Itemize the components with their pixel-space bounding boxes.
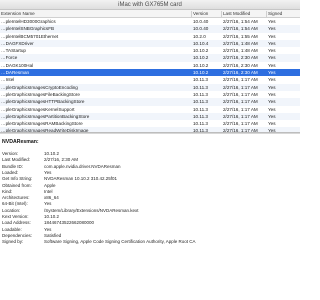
extension-name-cell: …pleGraphicsImagesPartitionBackingStore <box>1 113 90 119</box>
signed-cell: Yes <box>268 106 276 112</box>
table-row[interactable]: …pleGraphicsImagesPartitionBackingStore 1… <box>0 112 300 121</box>
version-cell: 10.10.2 <box>193 70 209 76</box>
signed-cell: Yes <box>268 19 276 24</box>
window-titlebar: iMac with GX765M card <box>0 0 300 10</box>
detail-field-value: com.apple.nvidia.driver.NVDAResman <box>44 163 121 169</box>
column-header-version[interactable]: Version <box>193 10 208 18</box>
signed-cell: Yes <box>268 33 276 39</box>
version-cell: 10.11.3 <box>193 113 208 119</box>
signed-cell: Yes <box>268 77 276 83</box>
last-modified-cell: 2/27/16, 2:30 AM <box>223 70 258 76</box>
version-cell: 10.11.3 <box>193 91 208 97</box>
extension-name-cell: …pleGraphicsImagesCryptoEncoding <box>1 84 78 90</box>
extension-name-cell: …pleIntelBCM5701Ethernet <box>1 33 59 39</box>
window-title: iMac with GX765M card <box>118 2 182 8</box>
last-modified-cell: 2/27/16, 1:17 AM <box>223 91 258 97</box>
table-row[interactable]: …pleIntelSNBGraphicsFB 10.0.40 2/27/16, 1:… <box>0 25 300 33</box>
signed-cell: Yes <box>268 62 276 68</box>
table-row[interactable]: …Intel 10.11.3 2/27/16, 1:17 AM Yes <box>0 76 300 83</box>
extension-name-cell: …pleGraphicsImagesRAMBackingStore <box>1 121 83 127</box>
signed-cell: Yes <box>268 70 276 76</box>
table-row[interactable]: …TAStartup 10.10.2 2/27/16, 1:48 AM Yes <box>0 47 300 54</box>
version-cell: 10.11.3 <box>193 106 208 112</box>
table-header: Extension Name Version Last Modified Sig… <box>0 10 300 18</box>
extension-name-cell: …pleGraphicsImagesKernelSupport <box>1 106 75 112</box>
table-row[interactable]: …pleGraphicsImagesFileBackingStore 10.11.… <box>0 91 300 98</box>
version-cell: 10.0.40 <box>193 19 209 24</box>
detail-field-value: Software Signing, Apple Code Signing Cer… <box>44 239 196 245</box>
detail-heading: NVDAResman: <box>2 139 39 145</box>
table-row[interactable]: …pleIntelBCM5701Ethernet 10.2.0 2/27/16, 1… <box>0 33 300 40</box>
last-modified-cell: 2/27/16, 2:30 AM <box>223 55 258 61</box>
split-divider[interactable] <box>0 132 300 134</box>
detail-field-label: Signed by: <box>2 239 24 245</box>
version-cell: 10.11.3 <box>193 77 208 83</box>
last-modified-cell: 2/27/16, 1:17 AM <box>223 99 258 105</box>
last-modified-cell: 2/27/16, 1:17 AM <box>223 77 258 83</box>
detail-pane: NVDAResman: Version: 10.10.2 Last Modified… <box>0 135 300 300</box>
table-row[interactable]: …DAResman 10.10.2 2/27/16, 2:30 AM Yes <box>0 69 300 77</box>
version-cell: 10.11.3 <box>193 99 208 105</box>
table-row[interactable]: …DAGFXDriver 10.10.4 2/27/16, 1:48 AM Yes <box>0 39 300 48</box>
table-row[interactable]: …pleIntelHD3000Graphics 10.0.40 2/27/16, 1… <box>0 18 300 25</box>
extension-name-cell: …DAResman <box>1 70 30 76</box>
version-cell: 10.10.2 <box>193 55 209 61</box>
extension-name-cell: …DAGK100Hal <box>1 62 34 68</box>
table-row[interactable]: …DAGK100Hal 10.10.2 2/27/16, 2:30 AM Yes <box>0 62 300 69</box>
signed-cell: Yes <box>268 113 276 119</box>
last-modified-cell: 2/27/16, 1:17 AM <box>223 84 258 90</box>
extension-name-cell: …pleIntelSNBGraphicsFB <box>1 26 55 32</box>
last-modified-cell: 2/27/16, 1:17 AM <box>223 113 258 119</box>
signed-cell: Yes <box>268 121 276 127</box>
extension-name-cell: …TAStartup <box>1 48 26 54</box>
table-row[interactable]: …pleGraphicsImagesKernelSupport 10.11.3 2/… <box>0 106 300 113</box>
extension-name-cell: …pleGraphicsImagesFileBackingStore <box>1 91 80 97</box>
extension-name-cell: …pleIntelHD3000Graphics <box>1 19 56 24</box>
extension-name-cell: …Intel <box>1 77 15 83</box>
extension-name-cell: …pleGraphicsImagesHTTPBackingStore <box>1 99 85 105</box>
signed-cell: Yes <box>268 91 276 97</box>
version-cell: 10.11.3 <box>193 121 208 127</box>
table-body: …pleIntelHD3000Graphics 10.0.40 2/27/16, 1… <box>0 18 300 132</box>
column-header-last-modified[interactable]: Last Modified <box>223 10 250 18</box>
last-modified-cell: 2/27/16, 1:48 AM <box>223 48 258 54</box>
signed-cell: Yes <box>268 26 276 32</box>
table-row[interactable]: …pleGraphicsImagesCryptoEncoding 10.11.3 2… <box>0 83 300 91</box>
table-row[interactable]: …Force 10.10.2 2/27/16, 2:30 AM Yes <box>0 54 300 62</box>
column-header-signed[interactable]: Signed <box>268 10 282 18</box>
detail-field-value: 18446743522662080000 <box>44 220 95 226</box>
table-row[interactable]: …pleGraphicsImagesRAMBackingStore 10.11.3… <box>0 120 300 127</box>
last-modified-cell: 2/27/16, 1:17 AM <box>223 106 258 112</box>
version-cell: 10.2.0 <box>193 33 206 39</box>
signed-cell: Yes <box>268 55 276 61</box>
version-cell: 10.11.3 <box>193 84 208 90</box>
signed-cell: Yes <box>268 40 276 46</box>
version-cell: 10.10.4 <box>193 40 209 46</box>
table-row[interactable]: …pleGraphicsImagesHTTPBackingStore 10.11.… <box>0 98 300 106</box>
last-modified-cell: 2/27/16, 1:54 AM <box>223 26 258 32</box>
column-header-name[interactable]: Extension Name <box>1 10 35 18</box>
last-modified-cell: 2/27/16, 1:55 AM <box>223 33 258 39</box>
extensions-table[interactable]: Extension Name Version Last Modified Sig… <box>0 10 300 132</box>
extension-name-cell: …DAGFXDriver <box>1 40 34 46</box>
version-cell: 10.10.2 <box>193 62 209 68</box>
signed-cell: Yes <box>268 84 276 90</box>
last-modified-cell: 2/27/16, 1:17 AM <box>223 121 258 127</box>
last-modified-cell: 2/27/16, 1:48 AM <box>223 40 258 46</box>
signed-cell: Yes <box>268 99 276 105</box>
extension-name-cell: …Force <box>1 55 18 61</box>
signed-cell: Yes <box>268 48 276 54</box>
last-modified-cell: 2/27/16, 2:30 AM <box>223 62 258 68</box>
version-cell: 10.0.40 <box>193 26 209 32</box>
last-modified-cell: 2/27/16, 1:54 AM <box>223 19 258 24</box>
version-cell: 10.10.2 <box>193 48 209 54</box>
